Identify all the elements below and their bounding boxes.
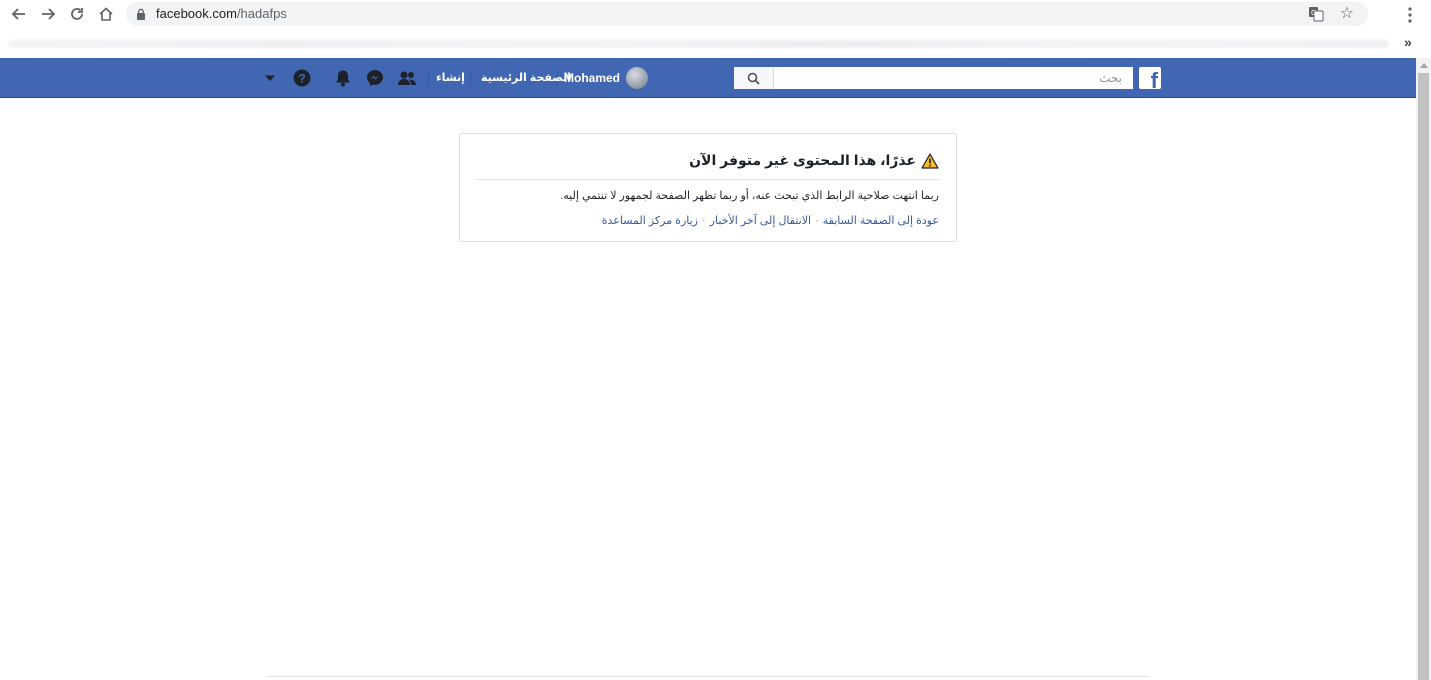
search-input[interactable] [774, 67, 1130, 89]
lock-icon [137, 8, 145, 20]
reload-icon[interactable] [66, 3, 88, 25]
error-title: عذرًا، هذا المحتوى غير متوفر الآن [689, 152, 916, 168]
nav-divider [470, 71, 471, 87]
card-divider [477, 179, 939, 180]
link-separator: · [701, 215, 706, 227]
search-button[interactable] [734, 67, 774, 89]
address-bar[interactable]: facebook.com/hadafps G ☆ [126, 2, 1368, 26]
avatar [626, 67, 649, 89]
help-center-link[interactable]: زيارة مركز المساعدة [602, 215, 698, 227]
translate-icon[interactable]: G [1308, 6, 1324, 22]
home-link[interactable]: الصفحة الرئيسية [481, 71, 571, 84]
bookmarks-more-button[interactable]: » [1404, 34, 1412, 50]
bookmarks-blurred [8, 40, 1388, 48]
error-title-row: عذرًا، هذا المحتوى غير متوفر الآن [689, 152, 939, 169]
link-separator: · [815, 215, 819, 227]
forward-arrow-icon[interactable] [37, 3, 59, 25]
chrome-menu-icon[interactable] [1403, 5, 1417, 25]
footer-divider [268, 676, 1148, 677]
profile-link[interactable]: Mohamed [564, 66, 649, 90]
svg-text:?: ? [298, 72, 305, 86]
url-text: facebook.com/hadafps [156, 6, 287, 21]
scroll-up-arrow-icon[interactable] [1416, 58, 1431, 73]
facebook-header: f Mohamed الصفحة الرئيسية إنشاء ? [0, 58, 1416, 98]
create-link[interactable]: إنشاء [436, 71, 465, 84]
page-scrollbar[interactable] [1416, 58, 1431, 680]
content-unavailable-card: عذرًا، هذا المحتوى غير متوفر الآن ربما ا… [459, 133, 957, 242]
messenger-icon[interactable] [365, 68, 385, 88]
warning-icon [921, 152, 939, 169]
search-icon [747, 72, 760, 85]
bookmarks-bar: » [0, 30, 1431, 58]
svg-text:G: G [1311, 9, 1316, 17]
error-links: عودة إلى الصفحة السابقة · الانتقال إلى آخر… [602, 214, 939, 227]
news-feed-link[interactable]: الانتقال إلى آخر الأخبار [710, 215, 811, 227]
notifications-icon[interactable] [333, 68, 353, 88]
go-back-link[interactable]: عودة إلى الصفحة السابقة [823, 215, 939, 227]
back-arrow-icon[interactable] [8, 3, 30, 25]
scroll-thumb[interactable] [1418, 73, 1429, 680]
bookmark-star-icon[interactable]: ☆ [1340, 4, 1354, 24]
help-icon[interactable]: ? [292, 68, 312, 88]
facebook-logo[interactable]: f [1139, 67, 1161, 89]
friends-icon[interactable] [397, 68, 417, 88]
browser-toolbar: facebook.com/hadafps G ☆ [0, 0, 1431, 30]
home-icon[interactable] [95, 3, 117, 25]
nav-divider [428, 71, 429, 87]
profile-name: Mohamed [564, 71, 621, 85]
account-dropdown-icon[interactable] [260, 68, 280, 88]
search-box [734, 67, 1133, 89]
error-message: ربما انتهت صلاحية الرابط الذي تبحث عنه، … [560, 190, 939, 202]
